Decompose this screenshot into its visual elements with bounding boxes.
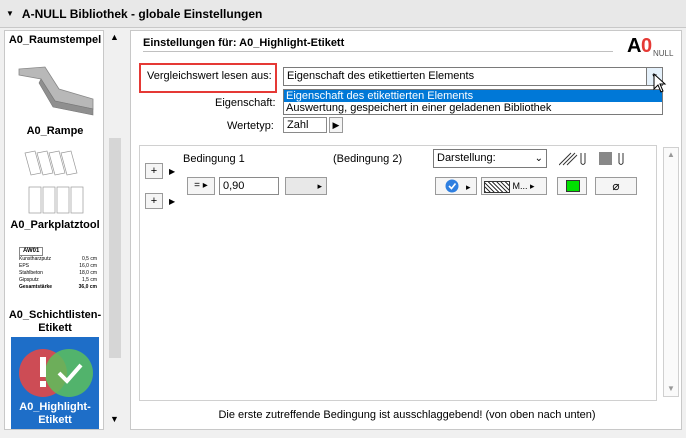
mouse-cursor-icon (653, 73, 667, 93)
library-sidebar: A0_Raumstempel A0_Rampe A0_Parkplatztool… (4, 30, 104, 430)
color-select[interactable] (557, 177, 587, 195)
window-title-bar[interactable]: ▼ A-NULL Bibliothek - globale Einstellun… (0, 0, 686, 28)
conditions-scrollbar[interactable]: ▲ ▼ (663, 147, 679, 397)
fill-label: M... (512, 181, 528, 191)
row-marker-icon: ▶ (169, 197, 176, 206)
sidebar-item-parkplatztool[interactable]: A0_Parkplatztool (5, 219, 103, 231)
schicht-row-value: 1,5 cm (81, 277, 97, 283)
sidebar-item-label: A0_Highlight-Etikett (19, 401, 91, 426)
footer-hint: Die erste zutreffende Bedingung ist auss… (218, 409, 596, 421)
fill-select[interactable]: M... ▸ (481, 177, 547, 195)
wertetyp-value: Zahl (287, 119, 309, 131)
scroll-up-icon[interactable]: ▲ (110, 32, 119, 42)
settings-header: Einstellungen für: A0_Highlight-Etikett (143, 37, 345, 49)
vergleich-select[interactable]: Eigenschaft des etikettierten Elements ▾ (283, 67, 663, 86)
window-title: A-NULL Bibliothek - globale Einstellunge… (21, 6, 263, 21)
row-marker-icon: ▶ (169, 167, 176, 176)
vergleich-dropdown-list[interactable]: Eigenschaft des etikettierten Elements A… (283, 89, 663, 115)
schicht-row-label: Gesamtstärke (19, 284, 53, 290)
schichtliste-thumbnail[interactable]: AW01 Kunstharzputz 0,5 cm EPS 16,0 cm Stah… (19, 247, 97, 303)
sidebar-item-rampe[interactable]: A0_Rampe (5, 125, 103, 137)
hatch-pen-icon[interactable] (559, 151, 589, 167)
fill-pattern-icon (484, 180, 510, 193)
schicht-row-value: 36,0 cm (78, 284, 97, 290)
dropdown-option[interactable]: Eigenschaft des etikettierten Elements (284, 90, 662, 102)
sidebar-item-highlight-etikett[interactable]: A0_Highlight-Etikett (11, 337, 99, 429)
value-text: 0,90 (223, 180, 245, 192)
no-pen-button[interactable]: ⌀ (595, 177, 637, 195)
logo-zero: 0 (641, 35, 653, 57)
schicht-row-value: 0,5 cm (81, 256, 97, 262)
rampe-thumbnail[interactable] (15, 61, 95, 121)
wertetyp-arrow-button[interactable]: ▶ (329, 117, 343, 133)
checkmark-circle-icon: ▸ (445, 179, 471, 193)
checkmark-toggle[interactable]: ▸ (435, 177, 477, 195)
bedingung1-label: Bedingung 1 (183, 153, 245, 165)
schicht-row-label: EPS (19, 263, 30, 269)
empty-select[interactable]: ▸ (285, 177, 327, 195)
fill-pen-icon[interactable] (599, 151, 629, 167)
bedingung2-label: (Bedingung 2) (333, 153, 403, 165)
highlight-etikett-icon (19, 349, 93, 397)
empty-set-icon: ⌀ (612, 179, 620, 193)
sidebar-scroll-thumb[interactable] (109, 138, 121, 358)
scroll-down-icon[interactable]: ▼ (110, 414, 119, 424)
vergleich-value: Eigenschaft des etikettierten Elements (287, 70, 475, 82)
operator-value: = (194, 180, 201, 191)
chevron-down-icon[interactable]: ⌄ (535, 150, 543, 167)
schicht-row-value: 16,0 cm (79, 263, 97, 269)
darstellung-label: Darstellung: (437, 152, 496, 164)
schicht-row-label: Kunstharzputz (19, 256, 51, 262)
wertetyp-select[interactable]: Zahl (283, 117, 327, 133)
scroll-down-icon[interactable]: ▼ (667, 384, 675, 393)
schicht-row-label: Stahlbeton (19, 270, 43, 276)
svg-text:▸: ▸ (466, 182, 471, 192)
vergleich-label: Vergleichswert lesen aus: (147, 70, 272, 82)
logo-a: A (627, 35, 642, 57)
darstellung-select[interactable]: Darstellung: ⌄ (433, 149, 547, 168)
scroll-up-icon[interactable]: ▲ (667, 150, 675, 159)
sidebar-item-raumstempel[interactable]: A0_Raumstempel (5, 34, 103, 46)
schicht-code: AW01 (19, 247, 44, 256)
settings-panel: Einstellungen für: A0_Highlight-Etikett … (130, 30, 682, 430)
dropdown-option[interactable]: Auswertung, gespeichert in einer geladen… (284, 102, 662, 114)
header-divider (143, 51, 613, 52)
sidebar-item-schichtlisten-etikett[interactable]: A0_Schichtlisten-Etikett (5, 309, 103, 335)
add-condition-button[interactable]: + (145, 193, 163, 209)
a-null-logo: A 0 NULL (627, 33, 677, 59)
operator-select[interactable]: = ▸ (187, 177, 215, 195)
sidebar-scrollbar[interactable]: ▲ ▼ (107, 30, 123, 430)
value-input[interactable]: 0,90 (219, 177, 279, 195)
wertetyp-label: Wertetyp: (227, 120, 274, 132)
collapse-triangle-icon[interactable]: ▼ (6, 9, 14, 18)
green-swatch-icon (566, 180, 580, 192)
schicht-row-value: 18,0 cm (79, 270, 97, 276)
eigenschaft-label: Eigenschaft: (215, 97, 276, 109)
logo-null: NULL (653, 49, 674, 58)
schicht-row-label: Gipsputz (19, 277, 39, 283)
add-condition-button[interactable]: + (145, 163, 163, 179)
parkplatz-thumbnail[interactable] (19, 149, 91, 217)
